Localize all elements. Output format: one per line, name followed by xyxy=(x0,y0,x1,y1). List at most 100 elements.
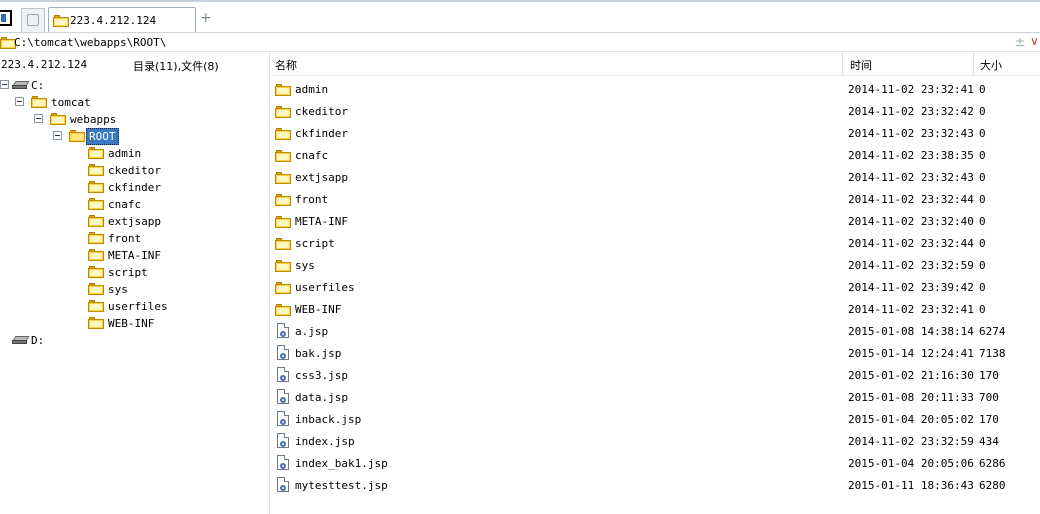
file-name: mytesttest.jsp xyxy=(295,479,388,492)
tree-node-root[interactable]: ROOT xyxy=(0,128,200,145)
tree-node-child[interactable]: extjsapp xyxy=(0,213,200,230)
column-name-header[interactable]: 名称 xyxy=(275,57,297,73)
file-name: META-INF xyxy=(295,215,348,228)
file-name: admin xyxy=(295,83,329,96)
tree-node-child[interactable]: admin xyxy=(0,145,200,162)
file-size: 7138 xyxy=(979,347,1006,360)
file-name: sys xyxy=(295,259,315,272)
collapse-icon[interactable] xyxy=(34,114,43,123)
folder-row[interactable]: ckeditor 2014-11-02 23:32:42 0 xyxy=(271,100,1040,122)
file-time: 2014-11-02 23:32:59 xyxy=(848,435,974,448)
tab-blank[interactable] xyxy=(21,8,45,32)
file-row[interactable]: a.jsp 2015-01-08 14:38:14 6274 xyxy=(271,320,1040,342)
file-size: 6274 xyxy=(979,325,1006,338)
file-row[interactable]: mytesttest.jsp 2015-01-11 18:36:43 6280 xyxy=(271,474,1040,496)
folder-row[interactable]: sys 2014-11-02 23:32:59 0 xyxy=(271,254,1040,276)
folder-row[interactable]: ckfinder 2014-11-02 23:32:43 0 xyxy=(271,122,1040,144)
address-bar[interactable]: C:\tomcat\webapps\ROOT\ ± ∨ xyxy=(0,33,1040,52)
folder-row[interactable]: script 2014-11-02 23:32:44 0 xyxy=(271,232,1040,254)
folder-icon xyxy=(88,266,104,278)
file-size: 434 xyxy=(979,435,999,448)
tree-node-child[interactable]: userfiles xyxy=(0,298,200,315)
folder-icon xyxy=(88,215,104,227)
folder-icon xyxy=(31,96,47,108)
tab-bar: 223.4.212.124 + xyxy=(0,0,1040,34)
tree-node-child[interactable]: ckeditor xyxy=(0,162,200,179)
file-name: inback.jsp xyxy=(295,413,362,426)
file-name: ckeditor xyxy=(295,105,348,118)
tree-label: front xyxy=(108,232,142,245)
tree-node-child[interactable]: ckfinder xyxy=(0,179,200,196)
file-time: 2015-01-04 20:05:02 xyxy=(848,413,974,426)
folder-icon xyxy=(88,147,104,159)
tree-node-drive-d[interactable]: D: xyxy=(0,332,200,349)
file-size: 700 xyxy=(979,391,999,404)
file-size: 170 xyxy=(979,369,999,382)
tree-node-child[interactable]: META-INF xyxy=(0,247,200,264)
file-size: 0 xyxy=(979,83,986,96)
file-name: index.jsp xyxy=(295,435,355,448)
file-size: 0 xyxy=(979,171,986,184)
file-row[interactable]: inback.jsp 2015-01-04 20:05:02 170 xyxy=(271,408,1040,430)
column-divider[interactable] xyxy=(973,52,974,76)
tree-node-child[interactable]: sys xyxy=(0,281,200,298)
file-name: extjsapp xyxy=(295,171,348,184)
file-size: 170 xyxy=(979,413,999,426)
file-name: front xyxy=(295,193,329,206)
tree-node-child[interactable]: WEB-INF xyxy=(0,315,200,332)
tree-label: sys xyxy=(108,283,128,296)
tree-label: extjsapp xyxy=(108,215,161,228)
tab-label: 223.4.212.124 xyxy=(70,14,157,27)
file-size: 0 xyxy=(979,127,986,140)
file-row[interactable]: data.jsp 2015-01-08 20:11:33 700 xyxy=(271,386,1040,408)
folder-icon xyxy=(88,164,104,176)
file-name: ckfinder xyxy=(295,127,348,140)
file-time: 2014-11-02 23:32:41 xyxy=(848,83,974,96)
file-name: script xyxy=(295,237,335,250)
tree-node-child[interactable]: cnafc xyxy=(0,196,200,213)
folder-icon xyxy=(88,249,104,261)
folder-icon xyxy=(88,317,104,329)
file-row[interactable]: bak.jsp 2015-01-14 12:24:41 7138 xyxy=(271,342,1040,364)
address-dropdown-icon[interactable]: ∨ xyxy=(1030,34,1039,48)
file-name: bak.jsp xyxy=(295,347,342,360)
column-divider[interactable] xyxy=(842,52,843,76)
tree-label: META-INF xyxy=(108,249,161,262)
file-time: 2015-01-08 14:38:14 xyxy=(848,325,974,338)
address-path[interactable]: C:\tomcat\webapps\ROOT\ xyxy=(14,36,166,49)
file-size: 0 xyxy=(979,237,986,250)
folder-row[interactable]: cnafc 2014-11-02 23:38:35 0 xyxy=(271,144,1040,166)
drive-icon xyxy=(12,81,30,89)
tree-node-child[interactable]: front xyxy=(0,230,200,247)
file-row[interactable]: index.jsp 2014-11-02 23:32:59 434 xyxy=(271,430,1040,452)
address-toggle-button[interactable]: ± xyxy=(1015,35,1025,49)
folder-row[interactable]: extjsapp 2014-11-02 23:32:43 0 xyxy=(271,166,1040,188)
folder-row[interactable]: WEB-INF 2014-11-02 23:32:41 0 xyxy=(271,298,1040,320)
file-time: 2014-11-02 23:32:59 xyxy=(848,259,974,272)
folder-row[interactable]: META-INF 2014-11-02 23:32:40 0 xyxy=(271,210,1040,232)
folder-row[interactable]: admin 2014-11-02 23:32:41 0 xyxy=(271,78,1040,100)
tree-node-child[interactable]: script xyxy=(0,264,200,281)
drive-icon xyxy=(12,336,30,344)
file-size: 0 xyxy=(979,215,986,228)
app-icon[interactable] xyxy=(0,10,12,26)
tab-active[interactable]: 223.4.212.124 xyxy=(48,7,196,33)
folder-row[interactable]: front 2014-11-02 23:32:44 0 xyxy=(271,188,1040,210)
file-name: cnafc xyxy=(295,149,329,162)
collapse-icon[interactable] xyxy=(15,97,24,106)
tree-node-webapps[interactable]: webapps xyxy=(0,111,200,128)
file-time: 2014-11-02 23:32:44 xyxy=(848,237,974,250)
file-time: 2014-11-02 23:38:35 xyxy=(848,149,974,162)
file-time: 2014-11-02 23:32:44 xyxy=(848,193,974,206)
collapse-icon[interactable] xyxy=(53,131,62,140)
file-row[interactable]: css3.jsp 2015-01-02 21:16:30 170 xyxy=(271,364,1040,386)
column-time-header[interactable]: 时间 xyxy=(850,57,872,73)
tree-node-tomcat[interactable]: tomcat xyxy=(0,94,200,111)
column-size-header[interactable]: 大小 xyxy=(980,57,1002,73)
collapse-icon[interactable] xyxy=(0,80,9,89)
tree-node-drive-c[interactable]: C: xyxy=(0,77,200,94)
folder-row[interactable]: userfiles 2014-11-02 23:39:42 0 xyxy=(271,276,1040,298)
file-time: 2015-01-08 20:11:33 xyxy=(848,391,974,404)
add-tab-button[interactable]: + xyxy=(200,11,212,25)
file-row[interactable]: index_bak1.jsp 2015-01-04 20:05:06 6286 xyxy=(271,452,1040,474)
